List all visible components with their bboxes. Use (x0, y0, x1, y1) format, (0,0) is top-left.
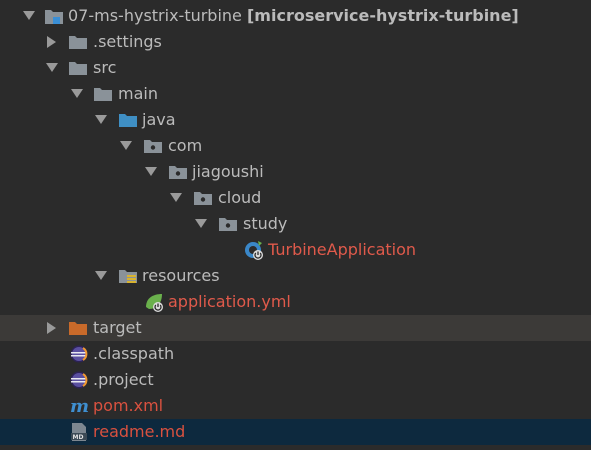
tree-node-readme[interactable]: MD readme.md (0, 419, 591, 445)
settings-folder-label: .settings (93, 32, 162, 51)
tree-node-pom[interactable]: m pom.xml (0, 393, 591, 419)
svg-text:m: m (70, 396, 89, 416)
root-folder-label: 07-ms-hystrix-turbine (68, 6, 242, 25)
tree-node-application-yml[interactable]: application.yml (0, 289, 591, 315)
folder-icon (93, 84, 113, 104)
resources-folder-label: resources (142, 266, 220, 285)
tree-node-resources[interactable]: resources (0, 263, 591, 289)
package-icon (193, 188, 213, 208)
module-folder-icon (44, 6, 64, 26)
expand-arrow-icon[interactable] (94, 269, 108, 283)
resources-folder-icon (118, 266, 138, 286)
project-tree: 07-ms-hystrix-turbine [microservice-hyst… (0, 0, 591, 450)
svg-text:MD: MD (73, 434, 84, 441)
expand-arrow-icon[interactable] (144, 165, 158, 179)
target-folder-label: target (93, 318, 142, 337)
spring-boot-class-icon (244, 240, 264, 260)
com-package-label: com (168, 136, 203, 155)
tree-node-java[interactable]: java (0, 107, 591, 133)
tree-node-com[interactable]: com (0, 133, 591, 159)
cloud-package-label: cloud (218, 188, 262, 207)
module-name-label: [microservice-hystrix-turbine] (246, 6, 519, 25)
expand-arrow-icon[interactable] (194, 217, 208, 231)
package-icon (168, 162, 188, 182)
src-folder-label: src (93, 58, 117, 77)
tree-node-target[interactable]: target (0, 315, 591, 341)
spring-yml-icon (144, 292, 164, 312)
turbine-application-label: TurbineApplication (268, 240, 417, 259)
jiagoushi-package-label: jiagoushi (192, 162, 264, 181)
tree-node-jiagoushi[interactable]: jiagoushi (0, 159, 591, 185)
expand-arrow-icon[interactable] (45, 61, 59, 75)
tree-node-root[interactable]: 07-ms-hystrix-turbine [microservice-hyst… (0, 3, 591, 29)
tree-node-project[interactable]: .project (0, 367, 591, 393)
folder-icon (68, 32, 88, 52)
expand-arrow-icon[interactable] (119, 139, 133, 153)
expand-arrow-icon[interactable] (22, 9, 36, 23)
excluded-folder-icon (68, 318, 88, 338)
expand-arrow-icon[interactable] (94, 113, 108, 127)
source-root-folder-icon (118, 110, 138, 130)
tree-node-classpath[interactable]: .classpath (0, 341, 591, 367)
folder-icon (68, 58, 88, 78)
tree-node-study[interactable]: study (0, 211, 591, 237)
package-icon (218, 214, 238, 234)
tree-node-src[interactable]: src (0, 55, 591, 81)
tree-node-turbine-application[interactable]: TurbineApplication (0, 237, 591, 263)
tree-node-main[interactable]: main (0, 81, 591, 107)
classpath-file-label: .classpath (93, 344, 175, 363)
collapse-arrow-icon[interactable] (45, 321, 59, 335)
main-folder-label: main (118, 84, 158, 103)
markdown-icon: MD (69, 422, 89, 442)
eclipse-file-icon (69, 344, 89, 364)
collapse-arrow-icon[interactable] (45, 35, 59, 49)
pom-file-label: pom.xml (93, 396, 164, 415)
expand-arrow-icon[interactable] (70, 87, 84, 101)
maven-icon: m (69, 396, 89, 416)
tree-node-cloud[interactable]: cloud (0, 185, 591, 211)
eclipse-file-icon (69, 370, 89, 390)
tree-node-settings[interactable]: .settings (0, 29, 591, 55)
readme-file-label: readme.md (93, 422, 186, 441)
project-file-label: .project (93, 370, 154, 389)
package-icon (143, 136, 163, 156)
java-folder-label: java (142, 110, 176, 129)
expand-arrow-icon[interactable] (169, 191, 183, 205)
study-package-label: study (243, 214, 288, 233)
application-yml-label: application.yml (168, 292, 291, 311)
